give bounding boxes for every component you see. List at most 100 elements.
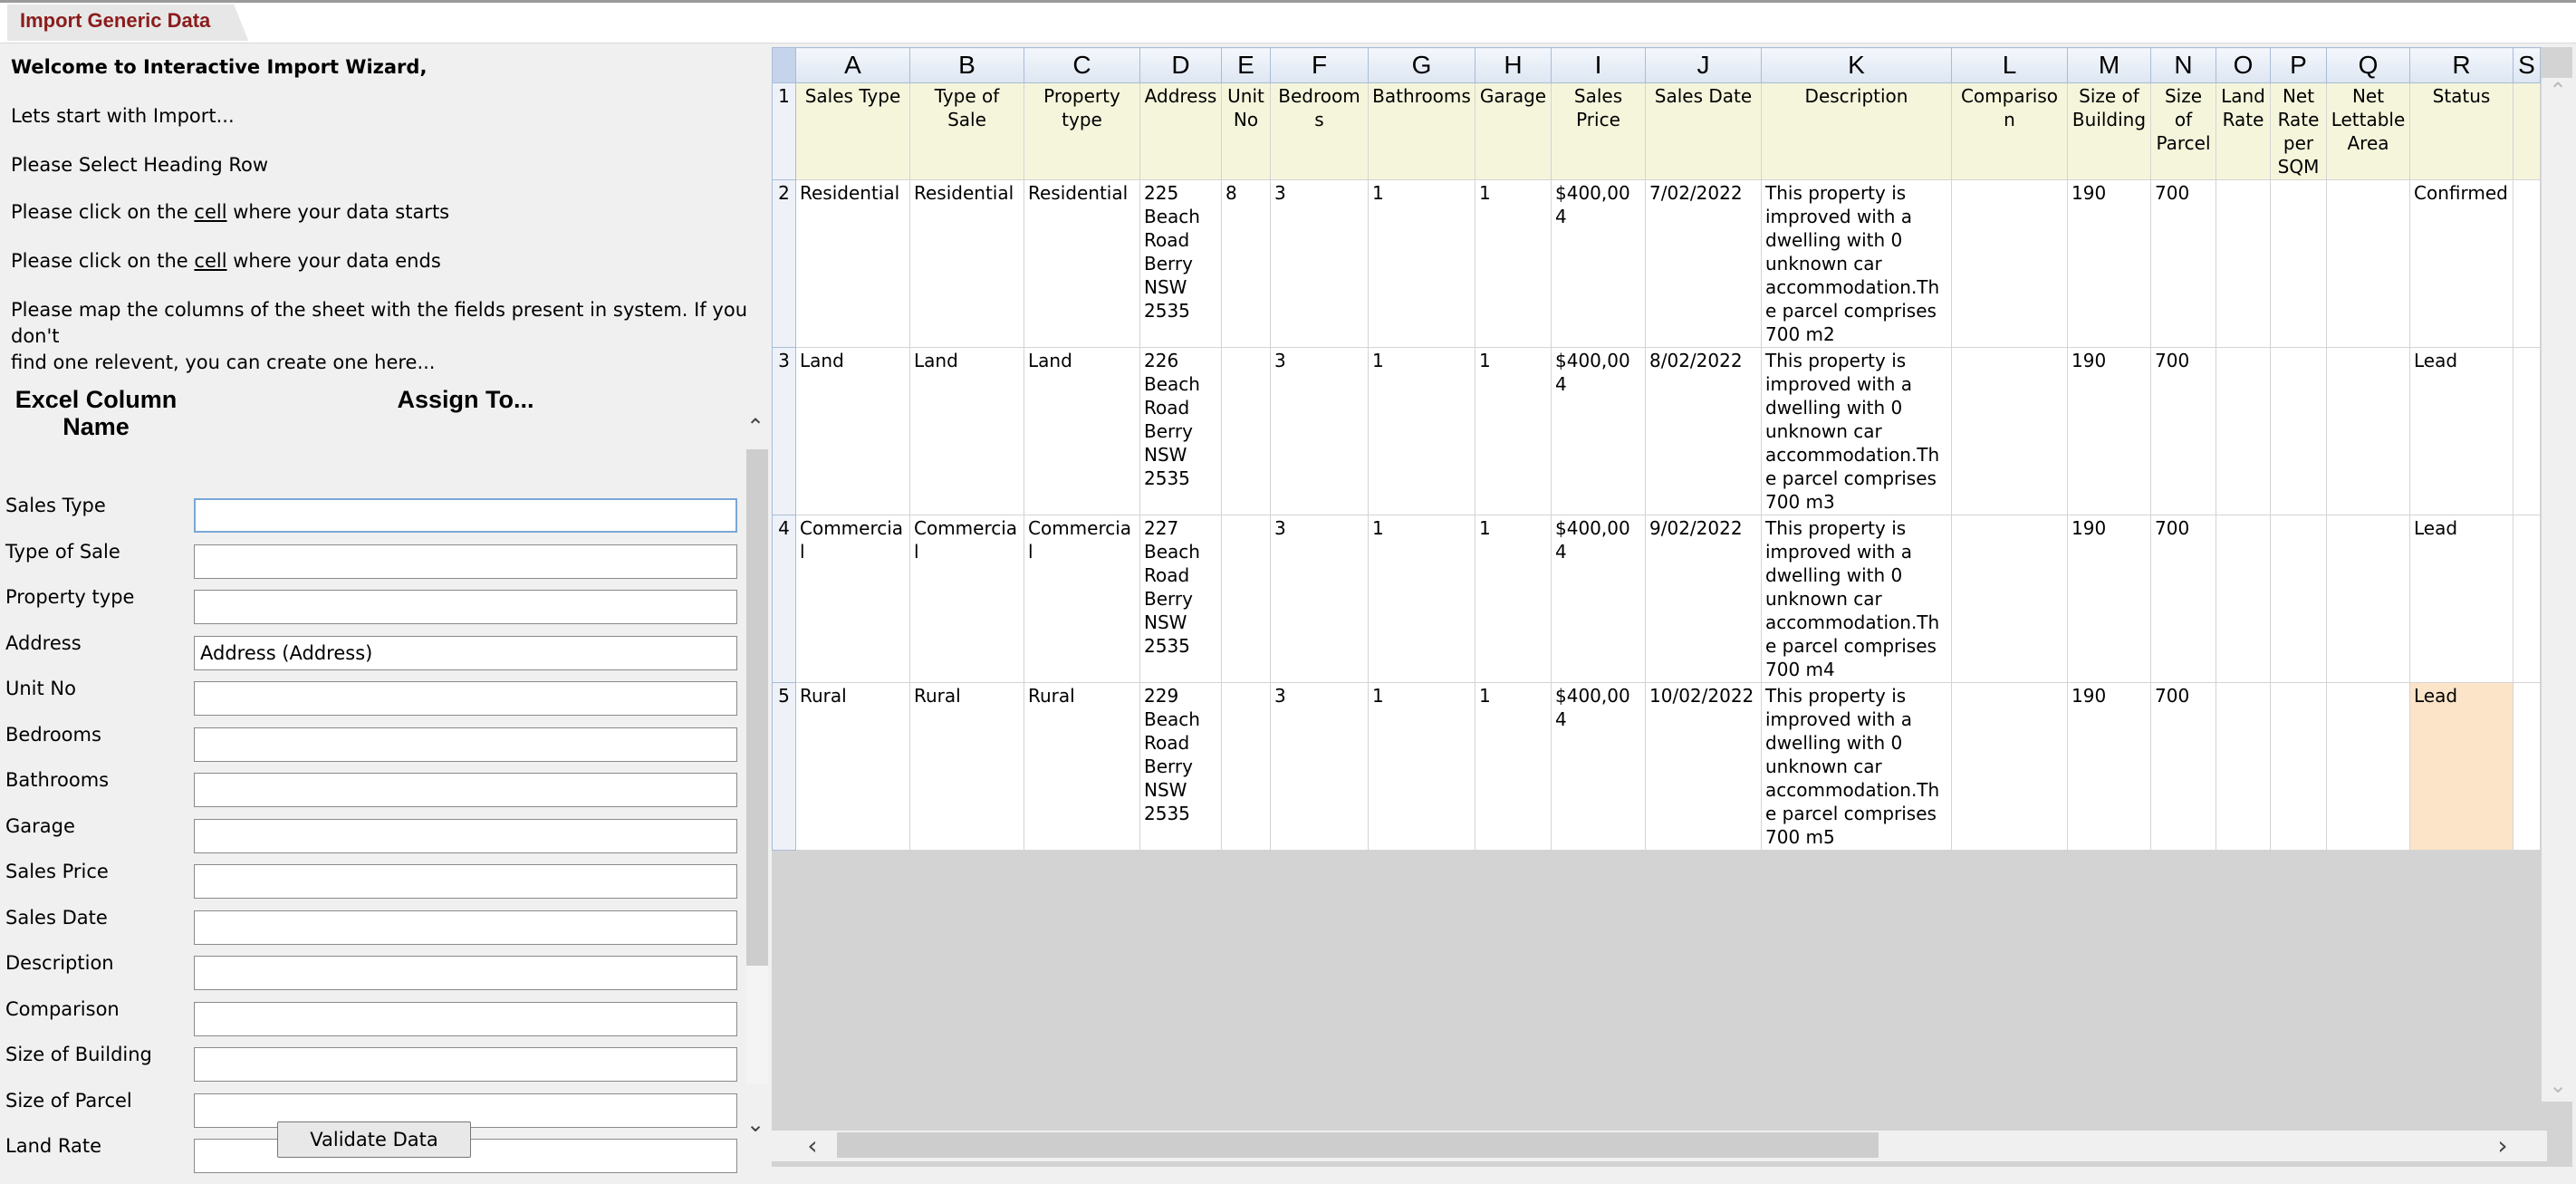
assign-to-field[interactable]	[194, 590, 737, 624]
horizontal-scroll-thumb[interactable]	[837, 1132, 1879, 1158]
grid-cell[interactable]: This property is improved with a dwellin…	[1761, 347, 1952, 515]
assign-to-field[interactable]	[194, 773, 737, 807]
grid-cell[interactable]: 3	[1270, 179, 1369, 348]
heading-cell[interactable]: Description	[1761, 82, 1952, 180]
heading-cell[interactable]: Land Rate	[2216, 82, 2271, 180]
table-row[interactable]: 2 Residential Residential Residential 225 Be…	[772, 179, 2541, 348]
grid-cell[interactable]: Residential	[909, 179, 1024, 348]
grid-cell[interactable]: $400,004	[1551, 179, 1646, 348]
grid-cell[interactable]: 1	[1475, 682, 1552, 851]
validate-data-button[interactable]: Validate Data	[277, 1121, 471, 1158]
grid-cell[interactable]: 1	[1368, 347, 1475, 515]
column-header[interactable]: D	[1139, 47, 1222, 83]
table-row[interactable]: 5 Rural Rural Rural 229 Beach Road Berry NSW…	[772, 682, 2541, 851]
grid-cell[interactable]: Residential	[795, 179, 910, 348]
chevron-right-icon[interactable]: ›	[2489, 1131, 2516, 1161]
grid-cell[interactable]	[2216, 347, 2271, 515]
grid-cell[interactable]	[2270, 179, 2327, 348]
grid-cell[interactable]	[2216, 515, 2271, 683]
grid-cell[interactable]: Land	[1024, 347, 1140, 515]
grid-cell[interactable]	[1221, 347, 1271, 515]
heading-cell[interactable]: Sales Type	[795, 82, 910, 180]
grid-cell[interactable]: 10/02/2022	[1645, 682, 1762, 851]
grid-cell[interactable]: 227 Beach Road Berry NSW 2535	[1139, 515, 1222, 683]
heading-cell[interactable]: Bathrooms	[1368, 82, 1475, 180]
grid-cell[interactable]: 225 Beach Road Berry NSW 2535	[1139, 179, 1222, 348]
column-header[interactable]: A	[795, 47, 910, 83]
assign-to-field[interactable]	[194, 727, 737, 762]
column-header[interactable]: H	[1475, 47, 1552, 83]
assign-to-field[interactable]	[194, 635, 737, 670]
heading-cell[interactable]: Address	[1139, 82, 1222, 180]
assign-to-field[interactable]	[194, 956, 737, 990]
row-number[interactable]: 3	[772, 347, 796, 515]
grid-cell[interactable]	[1951, 682, 2068, 851]
grid-cell[interactable]	[2326, 682, 2410, 851]
grid-cell[interactable]: 700	[2150, 682, 2216, 851]
chevron-up-icon[interactable]: ⌃	[743, 413, 768, 440]
grid-cell[interactable]: Commercial	[909, 515, 1024, 683]
grid-cell[interactable]: 1	[1368, 515, 1475, 683]
grid-cell[interactable]: This property is improved with a dwellin…	[1761, 682, 1952, 851]
grid-cell[interactable]: $400,004	[1551, 347, 1646, 515]
grid-cell[interactable]: 190	[2067, 515, 2151, 683]
column-header[interactable]: Q	[2326, 47, 2410, 83]
heading-cell[interactable]: Status	[2409, 82, 2514, 180]
assign-to-field[interactable]	[194, 864, 737, 899]
grid-cell[interactable]	[2513, 347, 2541, 515]
heading-cell[interactable]: Property type	[1024, 82, 1140, 180]
grid-cell[interactable]: 3	[1270, 347, 1369, 515]
heading-cell[interactable]: Size of Building	[2067, 82, 2151, 180]
row-number[interactable]: 5	[772, 682, 796, 851]
grid-cell[interactable]: 1	[1368, 682, 1475, 851]
grid-cell[interactable]	[1951, 347, 2068, 515]
grid-cell[interactable]: 1	[1368, 179, 1475, 348]
horizontal-scrollbar[interactable]: ‹ ›	[772, 1131, 2547, 1161]
column-header[interactable]: K	[1761, 47, 1952, 83]
grid-cell[interactable]: 700	[2150, 515, 2216, 683]
grid-cell[interactable]	[2216, 179, 2271, 348]
assign-to-field[interactable]	[194, 818, 737, 853]
heading-cell[interactable]: Unit No	[1221, 82, 1271, 180]
grid-cell[interactable]: Rural	[1024, 682, 1140, 851]
grid-cell[interactable]: 3	[1270, 515, 1369, 683]
grid-cell[interactable]: Land	[909, 347, 1024, 515]
grid-cell[interactable]: Land	[795, 347, 910, 515]
assign-to-field[interactable]	[194, 498, 737, 533]
grid-cell[interactable]: 3	[1270, 682, 1369, 851]
column-header[interactable]: J	[1645, 47, 1762, 83]
assign-to-field[interactable]	[194, 681, 737, 716]
select-all-corner[interactable]	[772, 47, 796, 83]
row-number[interactable]: 1	[772, 82, 796, 180]
chevron-down-icon[interactable]: ⌄	[2542, 1073, 2574, 1100]
row-number[interactable]: 2	[772, 179, 796, 348]
heading-cell[interactable]: Type of Sale	[909, 82, 1024, 180]
grid-cell[interactable]: $400,004	[1551, 682, 1646, 851]
grid-cell[interactable]: Commercial	[1024, 515, 1140, 683]
grid-cell[interactable]	[2326, 347, 2410, 515]
column-header[interactable]: I	[1551, 47, 1646, 83]
grid-cell[interactable]	[2513, 682, 2541, 851]
heading-cell[interactable]: Bedrooms	[1270, 82, 1369, 180]
cell-link[interactable]: cell	[194, 250, 226, 272]
column-header[interactable]: M	[2067, 47, 2151, 83]
chevron-up-icon[interactable]: ⌃	[2542, 78, 2574, 105]
grid-cell[interactable]	[2326, 179, 2410, 348]
heading-cell[interactable]	[2513, 82, 2541, 180]
grid-cell[interactable]: Confirmed	[2409, 179, 2514, 348]
grid-cell[interactable]: 1	[1475, 515, 1552, 683]
grid-cell[interactable]: 8	[1221, 179, 1271, 348]
column-header[interactable]: N	[2150, 47, 2216, 83]
column-header[interactable]: P	[2270, 47, 2327, 83]
grid-cell[interactable]: 1	[1475, 179, 1552, 348]
column-header[interactable]: B	[909, 47, 1024, 83]
column-header[interactable]: E	[1221, 47, 1271, 83]
assign-to-field[interactable]	[194, 544, 737, 579]
table-row[interactable]: 4 Commercial Commercial Commercial 227 Beach…	[772, 515, 2541, 683]
grid-cell[interactable]	[2270, 682, 2327, 851]
column-header[interactable]: L	[1951, 47, 2068, 83]
heading-cell[interactable]: Size of Parcel	[2150, 82, 2216, 180]
heading-cell[interactable]: Sales Price	[1551, 82, 1646, 180]
column-header[interactable]: F	[1270, 47, 1369, 83]
assign-to-field[interactable]	[194, 1001, 737, 1036]
